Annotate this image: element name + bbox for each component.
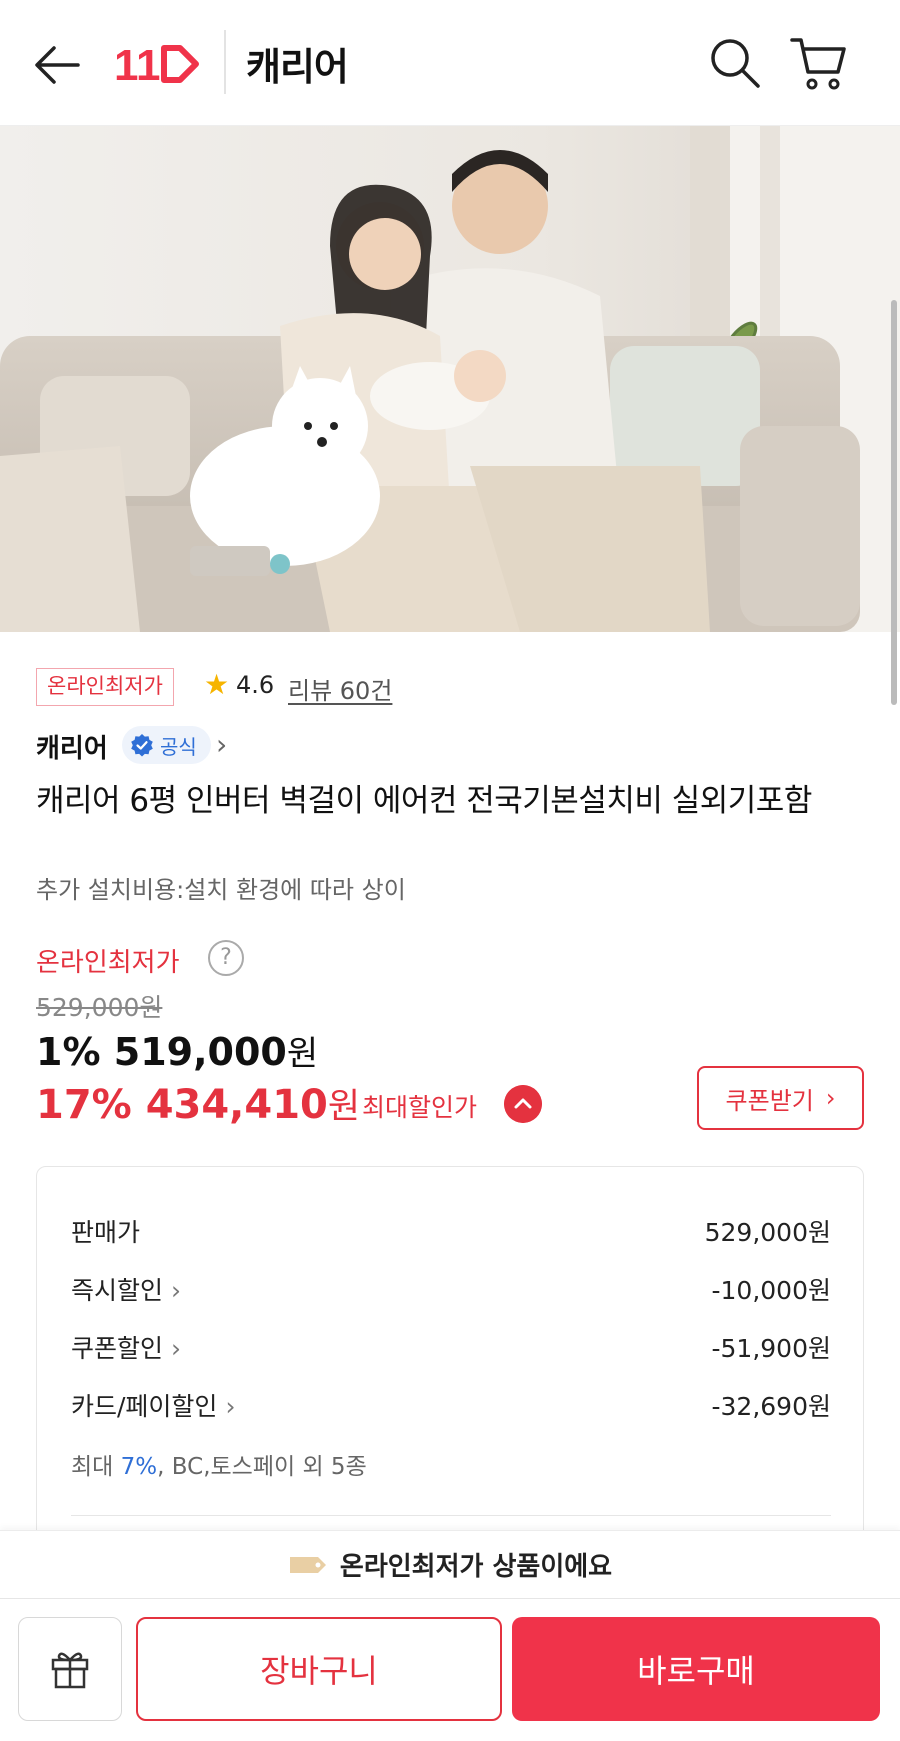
price-label: 온라인최저가 — [36, 948, 180, 978]
max-discount-rate: 17% — [36, 1082, 132, 1128]
breakdown-label-wrap: 카드/페이할인 › — [71, 1387, 235, 1423]
verified-icon — [131, 734, 153, 757]
official-store-badge[interactable]: 공식 — [122, 726, 211, 764]
gift-icon — [51, 1652, 89, 1689]
breakdown-label-wrap: 즉시할인 › — [71, 1271, 181, 1307]
chevron-right-icon: › — [225, 1392, 236, 1421]
breakdown-value: 529,000원 — [704, 1218, 831, 1247]
chevron-right-icon[interactable]: › — [216, 728, 227, 761]
breakdown-value: -32,690원 — [711, 1392, 832, 1421]
sale-price-amount: 519,000 — [113, 1030, 287, 1074]
breakdown-label: 카드/페이할인 — [71, 1392, 218, 1421]
max-discount-label: 최대할인가 — [362, 1093, 478, 1122]
chevron-right-icon: › — [825, 1084, 836, 1112]
brand-name[interactable]: 캐리어 — [36, 728, 108, 765]
sale-discount-rate: 1% — [36, 1030, 101, 1074]
breakdown-label: 판매가 — [71, 1218, 141, 1247]
note-prefix: 최대 — [71, 1454, 114, 1480]
coupon-download-button[interactable]: 쿠폰받기 › — [697, 1066, 864, 1130]
note-percent: 7% — [120, 1454, 158, 1480]
notice-text: 온라인최저가 상품이에요 — [339, 1552, 613, 1582]
app-header: 11 캐리어 — [0, 0, 900, 126]
search-icon[interactable] — [706, 34, 764, 92]
breakdown-value: -10,000원 — [711, 1276, 832, 1305]
max-price-amount: 434,410 — [145, 1082, 328, 1128]
product-subtitle: 추가 설치비용:설치 환경에 따라 상이 — [36, 876, 406, 904]
lowest-price-badge: 온라인최저가 — [36, 668, 174, 706]
review-count-link[interactable]: 리뷰 60건 — [288, 671, 392, 706]
breakdown-value: -51,900원 — [711, 1334, 832, 1363]
max-discount-price: 17% 434,410원 — [36, 1078, 360, 1129]
breakdown-label-wrap: 쿠폰할인 › — [71, 1329, 181, 1365]
page-title: 캐리어 — [246, 45, 349, 89]
buy-now-button[interactable]: 바로구매 — [512, 1617, 880, 1721]
product-hero-image[interactable] — [0, 126, 900, 632]
original-price: 529,000원 — [36, 993, 163, 1022]
svg-text:11: 11 — [114, 41, 161, 90]
won-unit: 원 — [327, 1087, 361, 1127]
sale-price: 1% 519,000원 — [36, 1026, 318, 1075]
gift-button[interactable] — [18, 1617, 122, 1721]
note-suffix: , BC,토스페이 외 5종 — [157, 1454, 367, 1480]
rating-value: 4.6 — [236, 671, 275, 699]
coupon-button-label: 쿠폰받기 — [725, 1086, 814, 1115]
card-discount-note: 최대 7%, BC,토스페이 외 5종 — [71, 1447, 367, 1481]
eleven-street-logo[interactable]: 11 — [114, 34, 204, 94]
bottom-action-bar: 장바구니 바로구매 — [0, 1598, 900, 1741]
page-scrollbar[interactable] — [891, 300, 897, 705]
chevron-up-icon[interactable] — [504, 1085, 542, 1123]
breakdown-divider — [71, 1515, 831, 1516]
add-to-cart-button[interactable]: 장바구니 — [136, 1617, 502, 1721]
official-label: 공식 — [160, 734, 197, 759]
back-arrow-icon[interactable] — [30, 38, 84, 92]
won-unit: 원 — [286, 1034, 319, 1074]
chevron-right-icon: › — [171, 1276, 182, 1305]
help-icon[interactable]: ? — [208, 940, 244, 976]
cart-icon[interactable] — [788, 32, 850, 94]
product-title: 캐리어 6평 인버터 벽걸이 에어컨 전국기본설치비 실외기포함 — [36, 783, 812, 819]
star-icon: ★ — [204, 668, 230, 701]
header-divider — [224, 30, 226, 94]
breakdown-label: 즉시할인 — [71, 1276, 164, 1305]
lowest-price-notice: 온라인최저가 상품이에요 — [0, 1530, 900, 1598]
breakdown-label: 쿠폰할인 — [71, 1334, 164, 1363]
chevron-right-icon: › — [171, 1334, 182, 1363]
price-tag-icon — [289, 1556, 326, 1573]
hero-photo — [0, 126, 900, 632]
price-breakdown-panel: 판매가 529,000원 즉시할인 › -10,000원 쿠폰할인 › -51,90… — [36, 1166, 864, 1556]
